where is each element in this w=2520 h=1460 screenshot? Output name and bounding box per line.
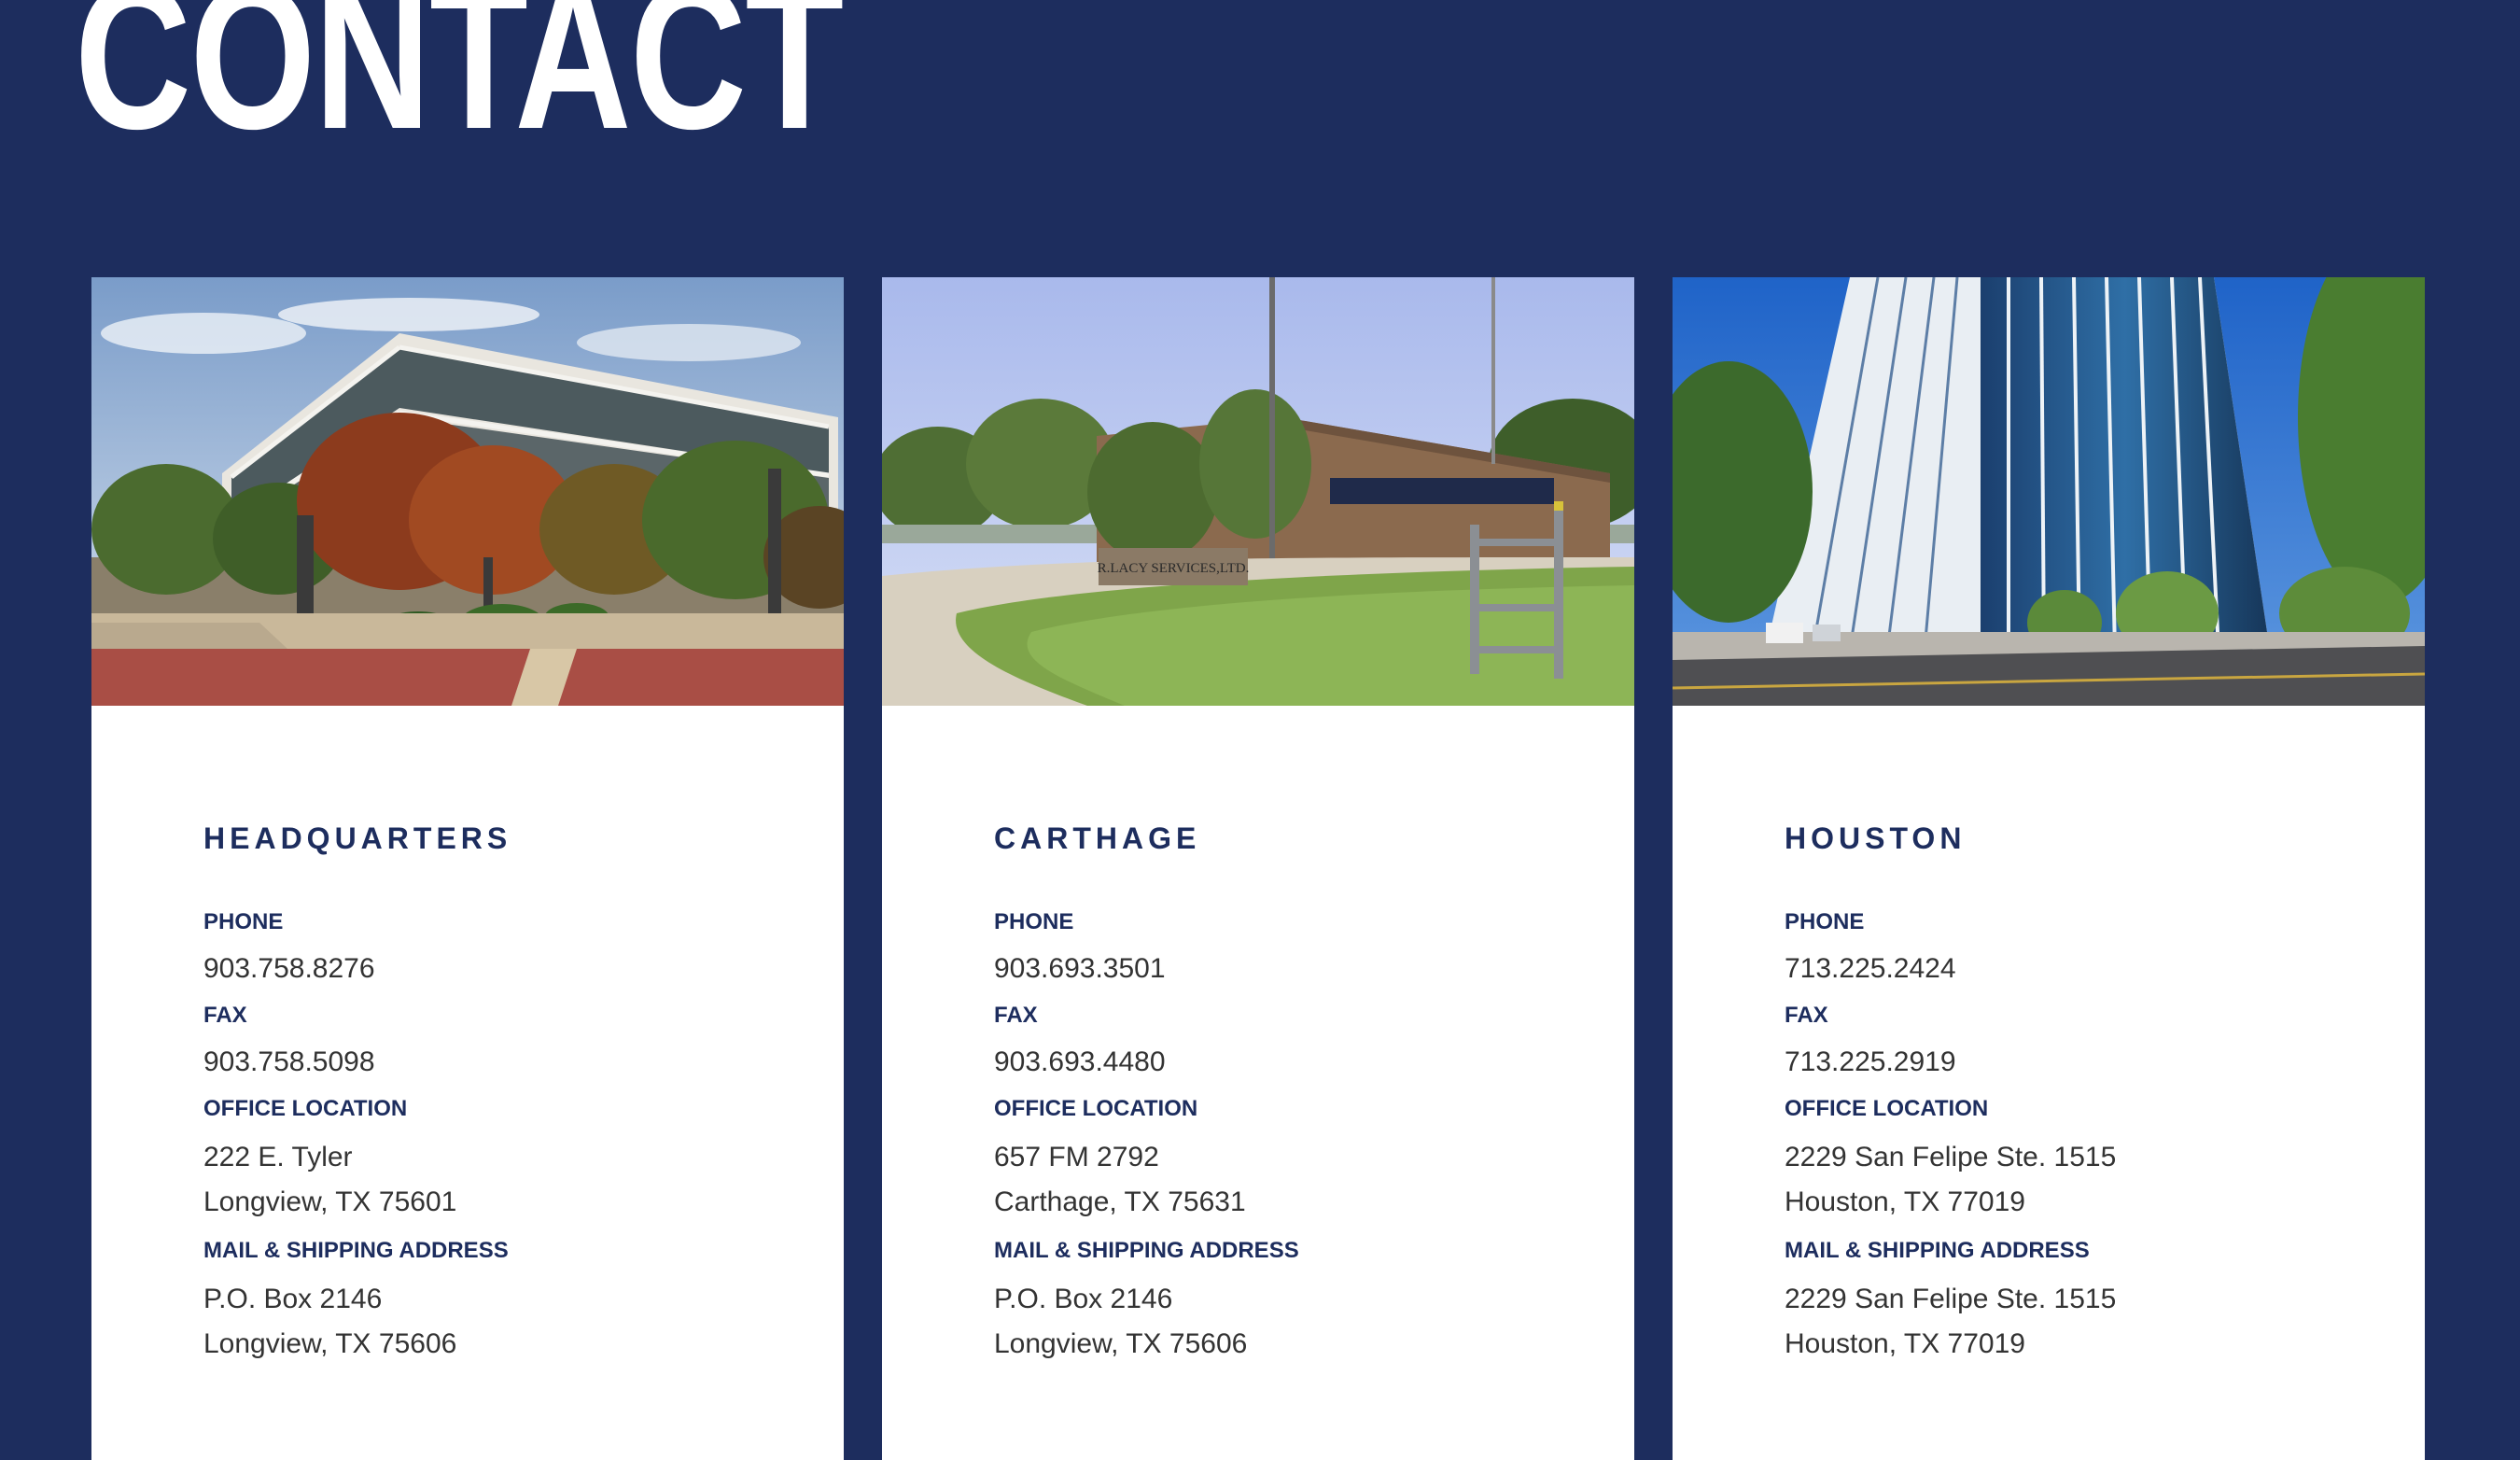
phone-number[interactable]: 903.693.3501 (994, 947, 1166, 991)
office-address-line1: 2229 San Felipe Ste. 1515 (1785, 1142, 2117, 1172)
mail-shipping-label: MAIL & SHIPPING ADDRESS (994, 1238, 1299, 1263)
office-address-line1: 657 FM 2792 (994, 1142, 1159, 1172)
office-card-headquarters: HEADQUARTERS PHONE 903.758.8276 FAX 903.… (91, 277, 844, 1460)
carthage-sign-text: R.LACY SERVICES,LTD. (1098, 561, 1250, 576)
office-name: HOUSTON (1785, 821, 1967, 855)
office-location-label: OFFICE LOCATION (203, 1096, 408, 1121)
headquarters-photo (91, 277, 844, 706)
office-cards: HEADQUARTERS PHONE 903.758.8276 FAX 903.… (91, 277, 2425, 1460)
fax-label: FAX (994, 1003, 1038, 1028)
office-name: CARTHAGE (994, 821, 1201, 855)
mail-address-line1: 2229 San Felipe Ste. 1515 (1785, 1284, 2117, 1314)
mail-address-line2: Longview, TX 75606 (994, 1328, 1248, 1359)
office-name: HEADQUARTERS (203, 821, 512, 855)
mail-address-line1: P.O. Box 2146 (994, 1284, 1173, 1314)
mail-address-line1: P.O. Box 2146 (203, 1284, 383, 1314)
mail-address-line2: Longview, TX 75606 (203, 1328, 457, 1359)
office-location-label: OFFICE LOCATION (994, 1096, 1198, 1121)
fax-number: 903.693.4480 (994, 1046, 1166, 1077)
phone-label: PHONE (203, 909, 284, 934)
phone-number[interactable]: 903.758.8276 (203, 947, 375, 991)
page-title: CONTACT (75, 0, 844, 173)
phone-number[interactable]: 713.225.2424 (1785, 947, 1956, 991)
phone-label: PHONE (1785, 909, 1865, 934)
office-address-line2: Longview, TX 75601 (203, 1186, 457, 1217)
phone-label: PHONE (994, 909, 1074, 934)
fax-number: 713.225.2919 (1785, 1046, 1956, 1077)
carthage-photo: R.LACY SERVICES,LTD. (882, 277, 1634, 706)
office-address-line2: Carthage, TX 75631 (994, 1186, 1246, 1217)
mail-shipping-label: MAIL & SHIPPING ADDRESS (1785, 1238, 2090, 1263)
office-address-line1: 222 E. Tyler (203, 1142, 353, 1172)
office-address-line2: Houston, TX 77019 (1785, 1186, 2025, 1217)
fax-label: FAX (203, 1003, 247, 1028)
office-location-label: OFFICE LOCATION (1785, 1096, 1989, 1121)
fax-label: FAX (1785, 1003, 1828, 1028)
mail-shipping-label: MAIL & SHIPPING ADDRESS (203, 1238, 509, 1263)
mail-address-line2: Houston, TX 77019 (1785, 1328, 2025, 1359)
office-card-houston: HOUSTON PHONE 713.225.2424 FAX 713.225.2… (1673, 277, 2425, 1460)
office-card-carthage: R.LACY SERVICES,LTD. CARTHAGE PHONE 903.… (882, 277, 1634, 1460)
houston-photo (1673, 277, 2425, 706)
fax-number: 903.758.5098 (203, 1046, 375, 1077)
